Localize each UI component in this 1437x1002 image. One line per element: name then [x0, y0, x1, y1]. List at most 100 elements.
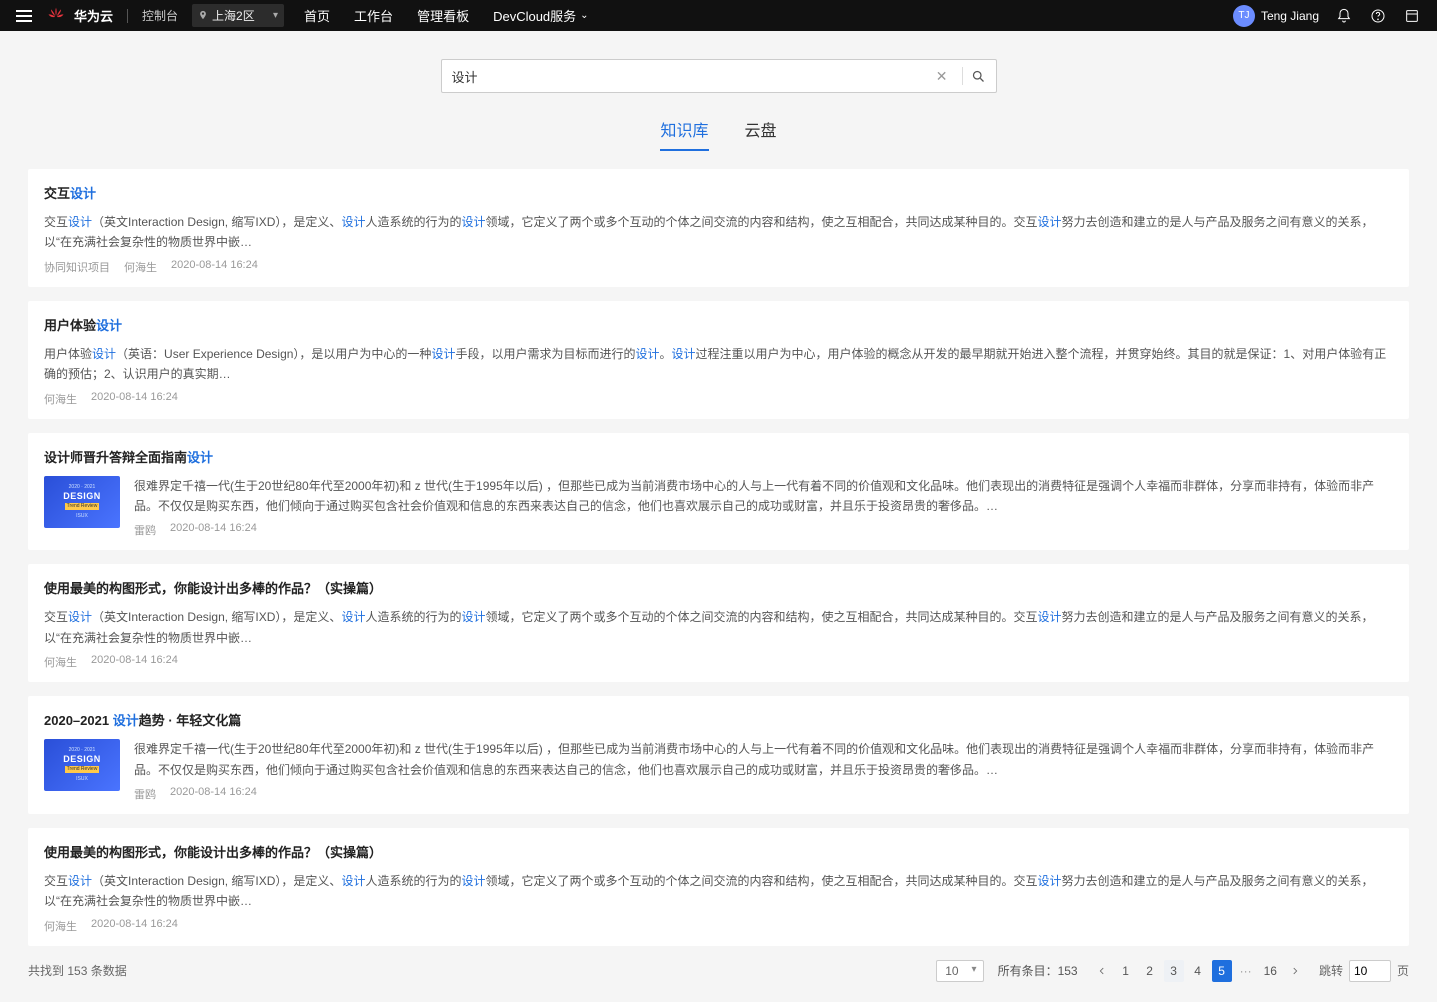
result-meta: 雷鸥 2020-08-14 16:24	[134, 522, 1393, 538]
result-body: 交互设计（英文Interaction Design, 缩写IXD），是定义、设计…	[44, 212, 1393, 275]
pager-page-5[interactable]: 5	[1212, 960, 1232, 982]
jump-label: 跳转	[1319, 962, 1343, 979]
result-title[interactable]: 2020–2021 设计趋势 · 年轻文化篇	[44, 710, 1393, 729]
result-meta-item: 何海生	[124, 259, 157, 275]
jump-suffix: 页	[1397, 962, 1409, 979]
pager-page-1[interactable]: 1	[1116, 960, 1136, 982]
result-meta-item: 2020-08-14 16:24	[170, 522, 257, 538]
search-input[interactable]	[452, 69, 930, 84]
result-body: 2020 · 2021DESIGNTrend ReviewISUX 很难界定千禧一…	[44, 739, 1393, 802]
tab-knowledge-base[interactable]: 知识库	[660, 117, 708, 151]
user-menu[interactable]: TJ Teng Jiang	[1233, 5, 1319, 27]
notifications-icon[interactable]	[1335, 7, 1353, 25]
region-selector[interactable]: 上海2区 ▾	[192, 4, 284, 27]
result-meta-item: 何海生	[44, 391, 77, 407]
pager-page-last[interactable]: 16	[1260, 960, 1281, 982]
result-meta-item: 何海生	[44, 654, 77, 670]
search-area: ✕ 知识库 云盘	[0, 31, 1437, 151]
nav-home[interactable]: 首页	[304, 6, 330, 25]
result-snippet: 交互设计（英文Interaction Design, 缩写IXD），是定义、设计…	[44, 212, 1393, 253]
result-meta-item: 2020-08-14 16:24	[91, 918, 178, 934]
result-snippet: 用户体验设计（英语：User Experience Design），是以用户为中…	[44, 344, 1393, 385]
result-thumbnail[interactable]: 2020 · 2021DESIGNTrend ReviewISUX	[44, 739, 120, 791]
nav-services[interactable]: DevCloud服务 ⌄	[493, 6, 588, 25]
result-meta-item: 何海生	[44, 918, 77, 934]
result-title[interactable]: 交互设计	[44, 183, 1393, 202]
result-title[interactable]: 设计师晋升答辩全面指南设计	[44, 447, 1393, 466]
brand-logo[interactable]: 华为云	[46, 6, 113, 26]
pager-prev[interactable]	[1092, 960, 1112, 982]
pager-page-2[interactable]: 2	[1140, 960, 1160, 982]
search-divider	[962, 67, 963, 85]
result-meta-item: 2020-08-14 16:24	[171, 259, 258, 275]
result-card: 交互设计交互设计（英文Interaction Design, 缩写IXD），是定…	[28, 169, 1409, 287]
result-card: 设计师晋升答辩全面指南设计 2020 · 2021DESIGNTrend Revi…	[28, 433, 1409, 551]
result-count: 共找到 153 条数据	[28, 962, 127, 979]
caret-down-icon: ▾	[273, 10, 278, 21]
pager-next[interactable]	[1285, 960, 1305, 982]
caret-down-icon: ▾	[972, 964, 977, 975]
chevron-down-icon: ⌄	[580, 10, 588, 21]
result-body: 交互设计（英文Interaction Design, 缩写IXD），是定义、设计…	[44, 607, 1393, 670]
result-card: 2020–2021 设计趋势 · 年轻文化篇 2020 · 2021DESIGNT…	[28, 696, 1409, 814]
search-button[interactable]	[971, 69, 986, 84]
result-body: 交互设计（英文Interaction Design, 缩写IXD），是定义、设计…	[44, 871, 1393, 934]
result-meta: 何海生 2020-08-14 16:24	[44, 391, 1393, 407]
pager-ellipsis: ···	[1236, 964, 1256, 978]
result-title[interactable]: 使用最美的构图形式，你能设计出多棒的作品？（实操篇）	[44, 578, 1393, 597]
nav-divider	[127, 9, 128, 23]
result-snippet: 交互设计（英文Interaction Design, 缩写IXD），是定义、设计…	[44, 871, 1393, 912]
result-meta-item: 2020-08-14 16:24	[91, 391, 178, 407]
region-name: 上海2区	[212, 7, 255, 24]
user-name: Teng Jiang	[1261, 9, 1319, 23]
search-icon	[971, 69, 986, 84]
result-meta-item: 协同知识项目	[44, 259, 110, 275]
result-meta-item: 雷鸥	[134, 786, 156, 802]
footer: 共找到 153 条数据 10 ▾ 所有条目：153 12345 ··· 16 跳转 …	[0, 946, 1437, 1002]
result-title[interactable]: 用户体验设计	[44, 315, 1393, 334]
pagination: 12345 ··· 16	[1092, 960, 1305, 982]
tab-cloud-disk[interactable]: 云盘	[745, 117, 777, 151]
result-meta-item: 雷鸥	[134, 522, 156, 538]
result-meta: 何海生 2020-08-14 16:24	[44, 918, 1393, 934]
result-meta: 雷鸥 2020-08-14 16:24	[134, 786, 1393, 802]
result-tabs: 知识库 云盘	[660, 117, 776, 151]
pager-jump: 跳转 页	[1319, 960, 1409, 982]
result-card: 使用最美的构图形式，你能设计出多棒的作品？（实操篇） 交互设计（英文Interac…	[28, 564, 1409, 682]
results-list: 交互设计交互设计（英文Interaction Design, 缩写IXD），是定…	[0, 151, 1437, 946]
result-card: 使用最美的构图形式，你能设计出多棒的作品？（实操篇） 交互设计（英文Interac…	[28, 828, 1409, 946]
total-count: 所有条目：153	[998, 962, 1078, 979]
result-card: 用户体验设计用户体验设计（英语：User Experience Design），…	[28, 301, 1409, 419]
result-body: 2020 · 2021DESIGNTrend ReviewISUX 很难界定千禧一…	[44, 476, 1393, 539]
pager-page-4[interactable]: 4	[1188, 960, 1208, 982]
result-snippet: 交互设计（英文Interaction Design, 缩写IXD），是定义、设计…	[44, 607, 1393, 648]
result-meta: 协同知识项目何海生 2020-08-14 16:24	[44, 259, 1393, 275]
nav-dashboard[interactable]: 管理看板	[417, 6, 469, 25]
result-title[interactable]: 使用最美的构图形式，你能设计出多棒的作品？（实操篇）	[44, 842, 1393, 861]
avatar: TJ	[1233, 5, 1255, 27]
result-thumbnail[interactable]: 2020 · 2021DESIGNTrend ReviewISUX	[44, 476, 120, 528]
nav-workspace[interactable]: 工作台	[354, 6, 393, 25]
pager-page-3[interactable]: 3	[1164, 960, 1184, 982]
clear-search-icon[interactable]: ✕	[930, 68, 954, 85]
page-size-select[interactable]: 10 ▾	[936, 960, 983, 982]
help-icon[interactable]	[1369, 7, 1387, 25]
result-snippet: 很难界定千禧一代(生于20世纪80年代至2000年初)和 z 世代(生于1995…	[134, 476, 1393, 517]
brand-name: 华为云	[74, 6, 113, 25]
result-snippet: 很难界定千禧一代(生于20世纪80年代至2000年初)和 z 世代(生于1995…	[134, 739, 1393, 780]
avatar-initials: TJ	[1238, 10, 1249, 21]
apps-icon[interactable]	[1403, 7, 1421, 25]
nav-services-label: DevCloud服务	[493, 6, 576, 25]
location-pin-icon	[198, 9, 208, 23]
jump-input[interactable]	[1349, 960, 1391, 982]
console-label[interactable]: 控制台	[142, 7, 178, 24]
top-nav: 华为云 控制台 上海2区 ▾ 首页 工作台 管理看板 DevCloud服务 ⌄ …	[0, 0, 1437, 31]
result-meta: 何海生 2020-08-14 16:24	[44, 654, 1393, 670]
huawei-logo-icon	[46, 6, 66, 26]
result-meta-item: 2020-08-14 16:24	[170, 786, 257, 802]
search-box: ✕	[441, 59, 997, 93]
result-body: 用户体验设计（英语：User Experience Design），是以用户为中…	[44, 344, 1393, 407]
page-size-value: 10	[945, 964, 958, 978]
menu-toggle-icon[interactable]	[16, 10, 32, 22]
result-meta-item: 2020-08-14 16:24	[91, 654, 178, 670]
